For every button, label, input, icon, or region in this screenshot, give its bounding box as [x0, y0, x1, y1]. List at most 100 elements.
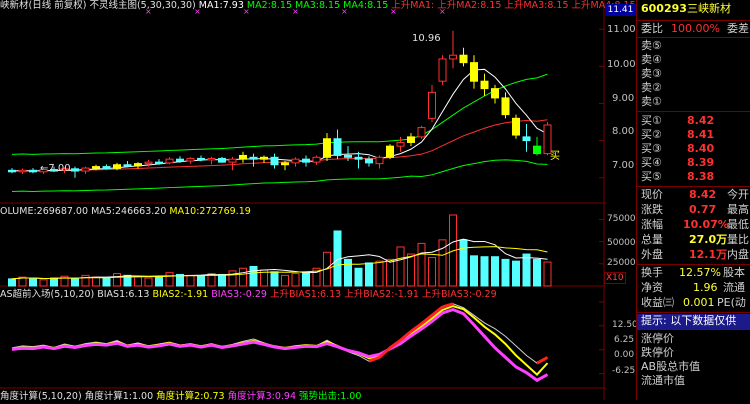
volume-bar: [197, 275, 205, 287]
quote-value: 1.96: [693, 281, 718, 294]
strong-value: 强势出击:1.00: [299, 391, 362, 402]
candle-body: [71, 168, 79, 172]
bias-axis-label: 0.00: [614, 350, 635, 360]
volume-bar: [522, 253, 531, 287]
stock-code: 600293: [641, 2, 687, 15]
quote-row: 净资 1.96 流通: [637, 281, 750, 295]
volume-bar: [533, 258, 541, 287]
buy-mark: 买: [550, 151, 560, 162]
candle-body: [197, 157, 205, 161]
volume-bar: [71, 278, 79, 287]
lower-band-line: [11, 159, 548, 192]
quote-label-right: 股本: [723, 266, 745, 279]
candle-body: [417, 127, 426, 138]
extra-row: 流通市值: [637, 374, 750, 388]
candle-body: [344, 154, 352, 158]
bid-row: 买② 8.41: [637, 128, 750, 142]
bias-axis-label: 12.50: [612, 320, 638, 330]
volume-value: OLUME:269687.00: [0, 206, 89, 217]
candle-body: [249, 156, 258, 160]
chart-title: 峡新材(日线 前复权): [0, 0, 87, 11]
quote-label: 涨幅: [641, 218, 663, 231]
angle2-value: 角度计算2:0.73: [156, 391, 225, 402]
ma1-value: MA1:7.93: [198, 0, 244, 11]
volume-bar: [375, 260, 384, 287]
price-axis-label: 8.00: [612, 126, 635, 137]
candle-body: [155, 161, 163, 165]
bid-label: 买⑤: [641, 170, 662, 183]
chart-area[interactable]: × × × × × × ×: [0, 0, 605, 400]
order-ratio-value: 100.00%: [671, 22, 720, 35]
stock-name: 三峡新材: [687, 2, 731, 15]
bias-rising-segment: [536, 356, 549, 365]
volume-bar: [144, 277, 153, 287]
volume-ma5: MA5:246663.20: [91, 206, 167, 217]
quote-row: 换手 12.57% 股本: [637, 266, 750, 280]
ask-row: 卖④: [637, 53, 750, 67]
candle-body: [228, 158, 237, 163]
stock-title-row: 600293 三峡新材: [637, 2, 750, 18]
price-axis-label: 7.00: [612, 160, 635, 171]
volume-bar: [39, 279, 48, 287]
volume-bar: [428, 257, 436, 287]
bias-name: AS超前入场(5,10,20): [0, 289, 95, 300]
quote-row: 现价 8.42 今开: [637, 188, 750, 202]
volume-bar: [102, 277, 111, 287]
volume-bar: [81, 274, 90, 287]
candle-body: [323, 138, 331, 158]
volume-bar: [407, 253, 415, 287]
ma5-line: [11, 68, 548, 172]
candle-body: [333, 138, 342, 156]
low-price-label: ←7.00: [40, 163, 71, 174]
candle-body: [176, 158, 184, 162]
bid-price: 8.38: [687, 170, 715, 183]
candle-body: [386, 145, 394, 158]
indicator-name: 不灵线主图(5,30,30,30): [89, 0, 196, 11]
candle-body: [312, 156, 321, 163]
quote-label-right: PE(动: [717, 296, 746, 309]
candle-body: [207, 157, 216, 161]
up-ma1-value: 上升MA1:: [391, 0, 435, 11]
chart-svg[interactable]: × × × × × × ×: [0, 0, 605, 400]
candle-body: [134, 163, 142, 167]
extra-label: AB股总市值: [641, 360, 701, 373]
quote-value: 10.07%: [683, 218, 729, 231]
bid-price: 8.41: [687, 128, 715, 141]
bid-label: 买②: [641, 128, 662, 141]
ask-row: 卖②: [637, 81, 750, 95]
candle-body: [522, 136, 531, 142]
quote-row: 外盘 12.1万 内盘: [637, 248, 750, 262]
bias-header: AS超前入场(5,10,20) BIAS1:6.13 BIAS2:-1.91 B…: [0, 289, 497, 301]
ask-label: 卖③: [641, 67, 662, 80]
angle3-value: 角度计算3:0.94: [227, 391, 296, 402]
candle-body: [438, 58, 447, 82]
ask-label: 卖②: [641, 81, 662, 94]
bias-axis-label: 6.25: [614, 335, 635, 345]
quote-row: 涨幅 10.07% 最低: [637, 218, 750, 232]
quote-label: 总量: [641, 233, 663, 246]
volume-bar: [270, 271, 279, 287]
candle-body: [18, 169, 27, 173]
volume-axis-label: 75000: [607, 214, 636, 224]
quote-label: 涨跌: [641, 203, 663, 216]
volume-axis-label: 50000: [607, 238, 636, 248]
volume-unit: X10: [604, 272, 626, 284]
quote-value: 12.57%: [679, 266, 721, 279]
quote-label-right: 最低: [727, 218, 749, 231]
quote-value: 8.42: [689, 188, 717, 201]
quote-value: 12.1万: [689, 248, 728, 261]
volume-bar: [228, 270, 237, 287]
ask-label: 卖①: [641, 95, 662, 108]
quote-value: 0.001: [683, 296, 715, 309]
candle-body: [8, 169, 16, 173]
volume-ma10: MA10:272769.19: [169, 206, 251, 217]
candle-body: [533, 145, 541, 155]
extra-row: AB股总市值: [637, 360, 750, 374]
quote-label: 现价: [641, 188, 663, 201]
bid-row: 买① 8.42: [637, 114, 750, 128]
candle-body: [123, 164, 132, 167]
extra-row: 跌停价: [637, 346, 750, 360]
extra-label: 涨停价: [641, 332, 674, 345]
candle-body: [281, 162, 289, 166]
candle-body: [92, 166, 100, 169]
